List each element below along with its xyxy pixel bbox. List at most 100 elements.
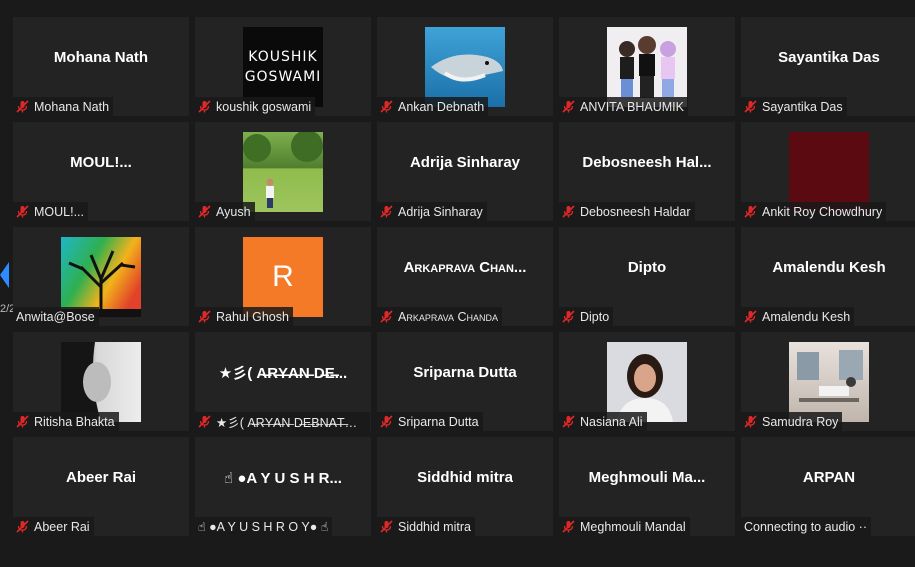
bw-portrait-avatar — [61, 342, 141, 422]
participant-tile[interactable]: Debosneesh Hal... Debosneesh Haldar — [559, 122, 735, 221]
participant-name: Dipto — [580, 309, 610, 324]
muted-mic-icon — [16, 520, 29, 533]
muted-mic-icon — [198, 310, 211, 323]
participant-display-name: MOUL!... — [70, 154, 132, 171]
participant-name-label: Ankan Debnath — [377, 97, 489, 116]
participant-tile[interactable]: Ankit Roy Chowdhury — [741, 122, 915, 221]
participant-tile[interactable]: Ritisha Bhakta — [13, 332, 189, 431]
participant-tile[interactable]: Dipto Dipto — [559, 227, 735, 326]
letter-avatar: R — [243, 237, 323, 317]
participant-tile[interactable]: ANVITA BHAUMIK — [559, 17, 735, 116]
avatar-text-line: KOUSHIK — [248, 49, 318, 65]
participant-name: Meghmouli Mandal — [580, 519, 686, 534]
participant-tile[interactable]: Adrija Sinharay Adrija Sinharay — [377, 122, 553, 221]
muted-mic-icon — [562, 520, 575, 533]
participant-tile[interactable]: Siddhid mitra Siddhid mitra — [377, 437, 553, 536]
participant-display-name: Mohana Nath — [53, 49, 149, 66]
participant-tile[interactable]: Ayush — [195, 122, 371, 221]
participant-tile[interactable]: Samudra Roy — [741, 332, 915, 431]
participant-name-label: ★彡( A̶R̶Y̶A̶N̶ D̶E̶B̶N̶A̶T̶H̶ )... — [195, 412, 370, 431]
participant-name-label: ANVITA BHAUMIK — [559, 97, 688, 116]
muted-mic-icon — [744, 205, 757, 218]
participant-name: ☝ ●A Y U S H R O Y● ☝ — [198, 520, 329, 534]
participant-name: Rahul Ghosh — [216, 309, 289, 324]
muted-mic-icon — [744, 100, 757, 113]
participant-name: Siddhid mitra — [398, 519, 471, 534]
participant-tile[interactable]: ★彡( A̶R̶Y̶A̶N̶ D̶E̶... ★彡( A̶R̶Y̶A̶N̶ D̶E… — [195, 332, 371, 431]
participant-display-name: ARPAN — [802, 469, 856, 486]
participant-name: MOUL!... — [34, 204, 85, 219]
participant-name-label: Siddhid mitra — [377, 517, 475, 536]
participant-display-name: Sayantika Das — [778, 49, 880, 66]
participant-display-name: Dipto — [627, 259, 667, 276]
participant-tile[interactable]: Ankan Debnath — [377, 17, 553, 116]
participant-display-name: Abeer Rai — [65, 469, 137, 486]
participant-name: Debosneesh Haldar — [580, 204, 691, 219]
participant-name-label: Samudra Roy — [741, 412, 843, 431]
participant-tile[interactable]: Abeer Rai Abeer Rai — [13, 437, 189, 536]
participant-name-label: Sayantika Das — [741, 97, 847, 116]
participant-name-label: MOUL!... — [13, 202, 89, 221]
participant-name: Abeer Rai — [34, 519, 90, 534]
participant-display-name: Siddhid mitra — [417, 469, 513, 486]
participant-display-name: ☝ ●A Y U S H R... — [224, 469, 342, 487]
participant-tile[interactable]: Meghmouli Ma... Meghmouli Mandal — [559, 437, 735, 536]
muted-mic-icon — [198, 205, 211, 218]
participant-name: Anwita@Bose — [16, 309, 95, 324]
participant-name-label: Ritisha Bhakta — [13, 412, 119, 431]
participant-tile[interactable]: ☝ ●A Y U S H R... ☝ ●A Y U S H R O Y● ☝ — [195, 437, 371, 536]
participant-name-label: Nasiana Ali — [559, 412, 647, 431]
participant-name: Connecting to audio ·· — [744, 519, 867, 534]
participant-display-name: Adrija Sinharay — [409, 154, 521, 171]
participant-display-name: Amalendu Kesh — [772, 259, 886, 276]
muted-mic-icon — [380, 310, 393, 323]
participant-name-label: Dipto — [559, 307, 614, 326]
muted-mic-icon — [380, 415, 393, 428]
participant-name-label: Connecting to audio ·· — [741, 517, 871, 536]
participant-name: Sriparna Dutta — [398, 414, 479, 429]
previous-page-arrow-icon[interactable] — [0, 262, 9, 288]
participant-name: Ayush — [216, 204, 251, 219]
participant-tile[interactable]: Nasiana Ali — [559, 332, 735, 431]
participant-display-name: ★彡( A̶R̶Y̶A̶N̶ D̶E̶... — [218, 365, 348, 382]
shark-photo-avatar — [425, 27, 505, 107]
participant-name: Ankan Debnath — [398, 99, 485, 114]
participant-tile[interactable]: R Rahul Ghosh — [195, 227, 371, 326]
participant-tile[interactable]: Mohana Nath Mohana Nath — [13, 17, 189, 116]
muted-mic-icon — [16, 100, 29, 113]
muted-mic-icon — [380, 205, 393, 218]
muted-mic-icon — [562, 310, 575, 323]
participant-tile[interactable]: KOUSHIK GOSWAMI koushik goswami — [195, 17, 371, 116]
participant-tile[interactable]: Sriparna Dutta Sriparna Dutta — [377, 332, 553, 431]
participant-name-label: koushik goswami — [195, 97, 316, 116]
participant-tile[interactable]: Amalendu Kesh Amalendu Kesh — [741, 227, 915, 326]
muted-mic-icon — [562, 100, 575, 113]
participant-name: ANVITA BHAUMIK — [580, 99, 684, 114]
participant-tile[interactable]: Anwita@Bose — [13, 227, 189, 326]
participant-name-label: ☝ ●A Y U S H R O Y● ☝ — [195, 517, 333, 536]
participant-name: Mohana Nath — [34, 99, 110, 114]
muted-mic-icon — [562, 205, 575, 218]
participant-name: Ankit Roy Chowdhury — [762, 204, 883, 219]
room-photo-avatar — [789, 342, 869, 422]
participant-name: Sayantika Das — [762, 99, 843, 114]
participant-name-label: Abeer Rai — [13, 517, 94, 536]
participant-tile[interactable]: Arkaprava Chan... Arkaprava Chanda — [377, 227, 553, 326]
participant-name: Arkaprava Chanda — [398, 309, 499, 324]
participant-display-name: Arkaprava Chan... — [403, 259, 527, 276]
muted-mic-icon — [198, 100, 211, 113]
participant-display-name: Debosneesh Hal... — [582, 154, 712, 171]
participant-name-label: Adrija Sinharay — [377, 202, 487, 221]
participant-name-label: Meghmouli Mandal — [559, 517, 690, 536]
participant-tile[interactable]: Sayantika Das Sayantika Das — [741, 17, 915, 116]
participant-name-label: Ankit Roy Chowdhury — [741, 202, 887, 221]
girl-photo-avatar — [607, 342, 687, 422]
participant-grid: Mohana Nath Mohana Nath KOUSHIK GOSWAMI kous… — [13, 17, 915, 536]
participant-name-label: Mohana Nath — [13, 97, 114, 116]
participant-name: Ritisha Bhakta — [34, 414, 115, 429]
park-photo-avatar — [243, 132, 323, 212]
participant-name: Adrija Sinharay — [398, 204, 483, 219]
participant-tile[interactable]: MOUL!... MOUL!... — [13, 122, 189, 221]
participant-tile[interactable]: ARPAN Connecting to audio ·· — [741, 437, 915, 536]
tree-photo-avatar — [61, 237, 141, 317]
